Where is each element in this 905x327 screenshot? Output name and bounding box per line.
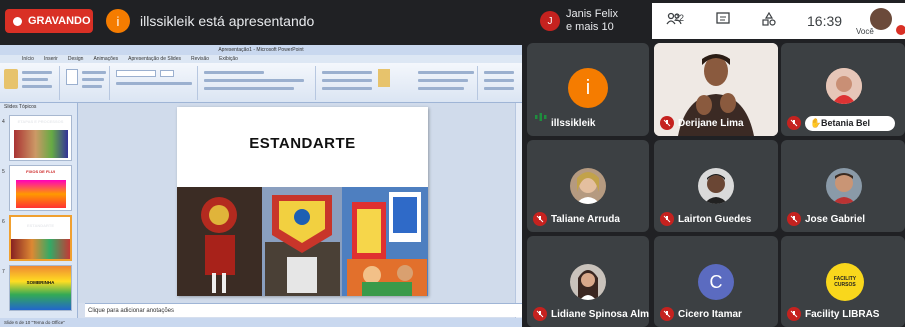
powerpoint-status-bar: Slide 6 de 10 "Tema do Office": [0, 318, 522, 327]
ribbon-tab[interactable]: Início: [22, 55, 34, 63]
thumb-title: FIXOS DE FLUI: [26, 169, 55, 174]
participant-name: Betania Bel: [821, 118, 871, 128]
muted-icon: [787, 307, 801, 321]
slide-title: ESTANDARTE: [249, 135, 356, 152]
record-dot-icon: [13, 16, 22, 26]
recording-indicator[interactable]: GRAVANDO: [5, 9, 93, 33]
participant-tile-video[interactable]: Derijane Lima: [654, 43, 778, 136]
top-right-controls: 22 16:39 Você: [652, 3, 905, 39]
clock: 16:39: [807, 13, 843, 29]
participant-tile[interactable]: Jose Gabriel: [781, 140, 905, 232]
participant-name: Jose Gabriel: [805, 214, 866, 225]
self-label: Você: [856, 27, 874, 36]
thumb-title: ETAPAS E PROCESSOS: [17, 119, 64, 124]
ribbon-group-font: [112, 66, 198, 100]
recording-label: GRAVANDO: [28, 15, 91, 27]
ribbon-group-editing: [480, 66, 520, 100]
participant-tile[interactable]: Taliane Arruda: [527, 140, 649, 232]
overflow-participants[interactable]: Janis Felix e mais 10: [566, 8, 618, 34]
participant-tile[interactable]: C Cicero Itamar: [654, 236, 778, 327]
muted-icon: [533, 307, 547, 321]
meet-window: GRAVANDO i illssikleik está apresentando…: [0, 0, 905, 327]
muted-icon: [660, 116, 674, 130]
ribbon-group-clipboard: [2, 66, 60, 100]
ribbon-tab[interactable]: Design: [68, 55, 84, 63]
ribbon-tabs: Início Inserir Design Animações Apresent…: [0, 55, 522, 63]
muted-icon: [660, 212, 674, 226]
participant-avatar: [570, 264, 606, 300]
thumb-number: 5: [2, 169, 5, 175]
ribbon-tab[interactable]: Animações: [93, 55, 118, 63]
muted-icon: [533, 212, 547, 226]
participant-tile[interactable]: ✋ Betania Bel: [781, 43, 905, 136]
muted-icon: [787, 212, 801, 226]
notes-pane[interactable]: Clique para adicionar anotações: [85, 303, 522, 317]
ribbon-group-drawing: [318, 66, 478, 100]
thumb-number: 7: [2, 269, 5, 275]
slides-panel-tabs[interactable]: Slides Tópicos: [0, 103, 77, 112]
ribbon-tab[interactable]: Revisão: [191, 55, 209, 63]
participant-avatar: [570, 168, 606, 204]
self-muted-badge: [896, 25, 905, 35]
activities-icon[interactable]: [762, 11, 776, 29]
participant-avatar: [826, 168, 862, 204]
current-slide[interactable]: ESTANDARTE: [177, 107, 428, 296]
thumb-number: 4: [2, 119, 5, 125]
ribbon-tab[interactable]: Exibição: [219, 55, 238, 63]
speaking-indicator-icon: [535, 109, 547, 127]
ribbon-group-slides: [62, 66, 110, 100]
muted-icon: [660, 307, 674, 321]
people-count: 22: [674, 13, 685, 23]
thumb-title: SOMBRINHA: [26, 280, 55, 285]
facility-logo: FACILITY CURSOS: [826, 263, 864, 301]
overflow-count: e mais 10: [566, 21, 614, 33]
participant-name: Lairton Guedes: [678, 214, 752, 225]
participant-avatar: [698, 168, 734, 204]
slides-panel: Slides Tópicos 4 ETAPAS E PROCESSOS 5 FI…: [0, 103, 78, 319]
ribbon: [0, 63, 522, 103]
presenter-avatar: i: [106, 9, 130, 33]
slide-thumbnail[interactable]: FIXOS DE FLUI: [9, 165, 72, 211]
participant-tile[interactable]: Lidiane Spinosa Alm...: [527, 236, 649, 327]
slide-thumbnail[interactable]: ETAPAS E PROCESSOS: [9, 115, 72, 161]
participant-avatar: [826, 68, 862, 104]
slide-thumbnail-selected[interactable]: ESTANDARTE: [9, 215, 72, 261]
participant-name: Lidiane Spinosa Alm...: [551, 309, 649, 320]
participant-tile[interactable]: Lairton Guedes: [654, 140, 778, 232]
participant-name-pill: ✋ Betania Bel: [805, 116, 895, 131]
ribbon-tab[interactable]: Inserir: [44, 55, 58, 63]
thumb-number: 6: [2, 219, 5, 225]
muted-icon: [787, 116, 801, 130]
participant-tile[interactable]: FACILITY CURSOS Facility LIBRAS: [781, 236, 905, 327]
top-bar: GRAVANDO i illssikleik está apresentando…: [0, 0, 905, 42]
ribbon-group-paragraph: [200, 66, 316, 100]
slide-photo: [177, 187, 428, 296]
slide-scrollbar[interactable]: [515, 103, 522, 327]
participant-name: Derijane Lima: [678, 118, 744, 129]
participant-name: illssikleik: [551, 118, 596, 129]
chat-icon[interactable]: [716, 12, 730, 29]
powerpoint-title: Apresentação1 - Microsoft PowerPoint: [0, 45, 522, 55]
overflow-avatar: J: [540, 11, 560, 31]
raised-hand-icon: ✋: [810, 118, 822, 128]
participant-name: Cicero Itamar: [678, 309, 742, 320]
ribbon-tab[interactable]: Apresentação de Slides: [128, 55, 181, 63]
overflow-name: Janis Felix: [566, 8, 618, 20]
participant-avatar: C: [698, 264, 734, 300]
presenting-status: illssikleik está apresentando: [140, 13, 315, 29]
participant-name: Taliane Arruda: [551, 214, 620, 225]
participant-avatar: i: [568, 68, 608, 108]
slide-thumbnail[interactable]: SOMBRINHA: [9, 265, 72, 311]
participant-tile[interactable]: i illssikleik: [527, 43, 649, 136]
thumb-title: ESTANDARTE: [26, 223, 55, 228]
participant-name: Facility LIBRAS: [805, 309, 880, 320]
